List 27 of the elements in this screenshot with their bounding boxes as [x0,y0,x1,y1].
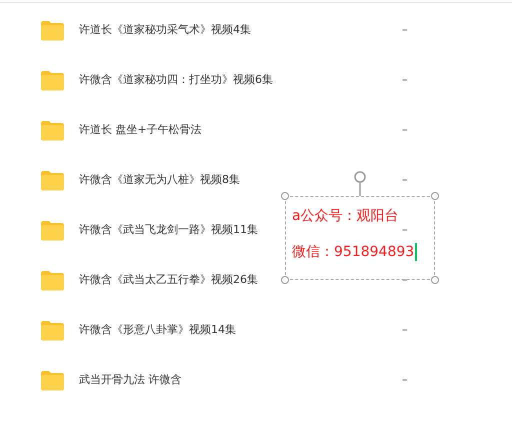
folder-icon [40,270,65,290]
folder-icon [40,120,65,140]
resize-handle[interactable] [281,276,289,284]
file-name[interactable]: 许微含《形意八卦掌》视频14集 [79,322,379,338]
folder-icon [40,170,65,190]
file-size: – [402,372,408,388]
folder-icon [40,220,65,240]
file-name[interactable]: 许道长 盘坐+子午松骨法 [79,122,379,138]
file-size: – [402,172,408,188]
rotate-handle[interactable] [354,171,366,196]
file-size: – [402,322,408,338]
file-size: – [402,72,408,88]
file-size: – [402,122,408,138]
folder-icon [40,20,65,40]
folder-icon [40,370,65,390]
resize-handle[interactable] [431,192,439,200]
folder-icon [40,70,65,90]
folder-icon [40,320,65,340]
text-line: 微信：951894893 [292,243,434,261]
file-name[interactable]: 许微含《道家无为八桩》视频8集 [79,172,379,188]
file-name[interactable]: 武当开骨九法 许微含 [79,372,379,388]
file-size: – [402,222,408,238]
file-name[interactable]: 许微含《道家秘功四：打坐功》视频6集 [79,72,379,88]
file-size: – [402,22,408,38]
resize-handle[interactable] [431,276,439,284]
file-name[interactable]: 许道长《道家秘功采气术》视频4集 [79,22,379,38]
resize-handle[interactable] [281,192,289,200]
